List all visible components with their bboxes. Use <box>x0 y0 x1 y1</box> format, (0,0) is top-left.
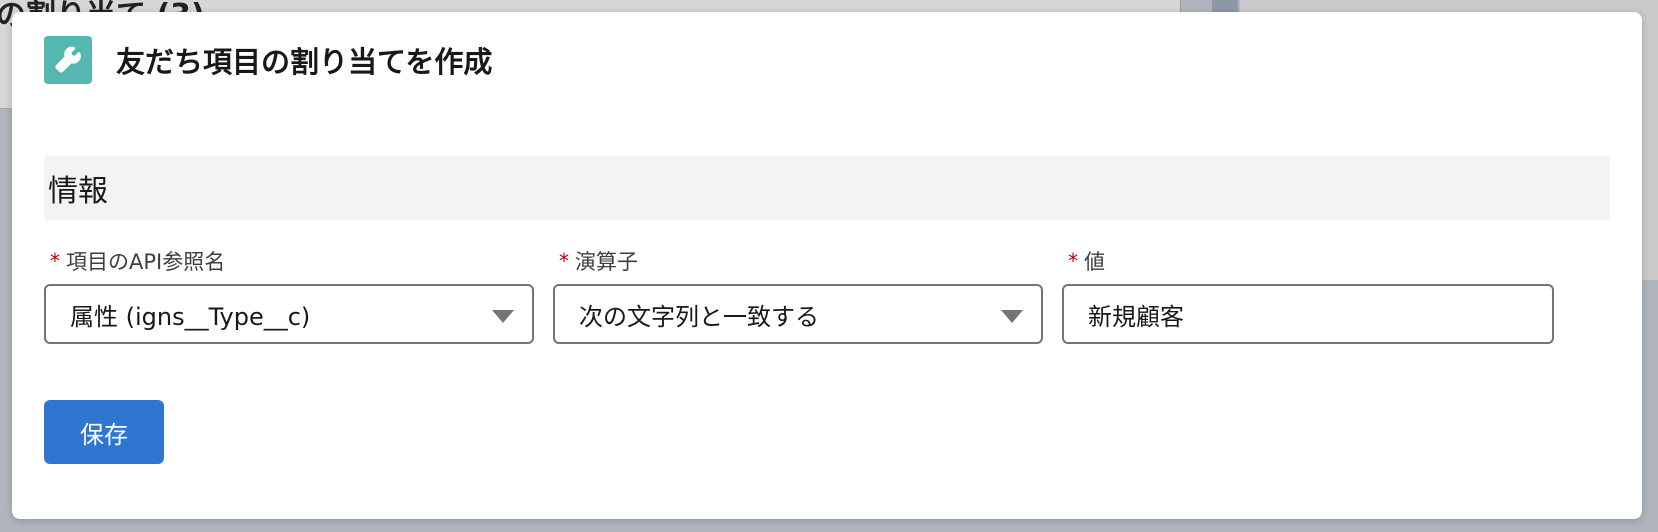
operator-select-value: 次の文字列と一致する <box>579 302 819 331</box>
field-label-value: * 値 <box>1062 248 1554 274</box>
field-value: * 値 新規顧客 <box>1062 248 1554 344</box>
field-label-text: 値 <box>1084 250 1105 274</box>
field-operator: * 演算子 次の文字列と一致する <box>553 248 1043 344</box>
api-name-select[interactable]: 属性 (igns__Type__c) <box>44 284 534 344</box>
wrench-icon <box>44 36 92 84</box>
chevron-down-icon <box>492 310 514 323</box>
field-label-api-name: * 項目のAPI参照名 <box>44 248 534 274</box>
field-label-operator: * 演算子 <box>553 248 1043 274</box>
section-title: 情報 <box>48 174 108 209</box>
section-header-info[interactable]: 情報 <box>44 156 1610 220</box>
required-marker: * <box>50 249 60 273</box>
field-label-text: 項目のAPI参照名 <box>66 250 226 274</box>
field-api-name: * 項目のAPI参照名 属性 (igns__Type__c) <box>44 248 534 344</box>
modal-header: 友だち項目の割り当てを作成 <box>44 36 492 84</box>
chevron-down-icon <box>1001 310 1023 323</box>
create-field-mapping-modal: 友だち項目の割り当てを作成 情報 * 項目のAPI参照名 属性 (igns__T… <box>12 12 1642 519</box>
save-button[interactable]: 保存 <box>44 400 164 464</box>
required-marker: * <box>1068 249 1078 273</box>
modal-title: 友だち項目の割り当てを作成 <box>116 45 493 79</box>
field-label-text: 演算子 <box>575 250 638 274</box>
value-input-text: 新規顧客 <box>1088 302 1184 331</box>
required-marker: * <box>559 249 569 273</box>
value-input[interactable]: 新規顧客 <box>1062 284 1554 344</box>
api-name-select-value: 属性 (igns__Type__c) <box>70 302 311 331</box>
operator-select[interactable]: 次の文字列と一致する <box>553 284 1043 344</box>
